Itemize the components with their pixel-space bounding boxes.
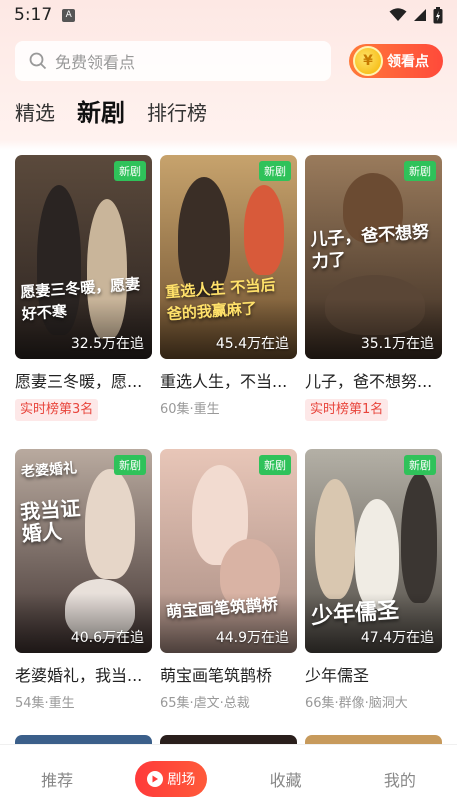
drama-card[interactable]: 重选人生 不当后爸的我赢麻了 新剧 45.4万在追 重选人生，不当... 60集… <box>160 155 297 421</box>
drama-poster[interactable]: 少年儒圣 新剧 47.4万在追 <box>305 449 442 653</box>
poster-figure <box>244 185 284 275</box>
coin-icon: ¥ <box>353 46 383 76</box>
drama-meta: 54集·重生 <box>15 696 75 711</box>
new-badge: 新剧 <box>259 161 291 181</box>
heat-count: 35.1万在追 <box>360 336 434 352</box>
status-icons <box>389 6 443 24</box>
nav-recommend[interactable]: 推荐 <box>12 767 102 791</box>
poster-art-title: 我当证婚人 <box>19 495 81 547</box>
drama-poster[interactable]: 重选人生 不当后爸的我赢麻了 新剧 45.4万在追 <box>160 155 297 359</box>
tab-rankings[interactable]: 排行榜 <box>147 98 207 128</box>
tab-new-dramas[interactable]: 新剧 <box>77 98 125 128</box>
drama-meta: 60集·重生 <box>160 402 220 417</box>
new-badge: 新剧 <box>404 455 436 475</box>
poster-figure <box>315 479 355 599</box>
drama-poster[interactable]: 儿子，爸不想努力了 新剧 35.1万在追 <box>305 155 442 359</box>
claim-points-label: 领看点 <box>387 54 429 70</box>
status-bar: 5:17 A <box>0 0 457 30</box>
poster-art-title: 儿子，爸不想努力了 <box>309 222 430 273</box>
drama-title: 萌宝画笔筑鹊桥 <box>160 666 273 685</box>
drama-grid: 愿妻三冬暖，愿妻好不寒 新剧 32.5万在追 愿妻三冬暖，愿... 实时榜第3名… <box>15 155 443 765</box>
notification-icon: A <box>62 8 76 22</box>
rank-badge: 实时榜第1名 <box>305 399 389 421</box>
signal-icon <box>414 9 426 21</box>
drama-title: 愿妻三冬暖，愿... <box>15 372 143 391</box>
search-input[interactable]: 免费领看点 <box>15 41 331 81</box>
rank-badge: 实时榜第3名 <box>15 399 99 421</box>
drama-card[interactable]: 愿妻三冬暖，愿妻好不寒 新剧 32.5万在追 愿妻三冬暖，愿... 实时榜第3名 <box>15 155 152 421</box>
drama-title: 重选人生，不当... <box>160 372 288 391</box>
new-badge: 新剧 <box>114 161 146 181</box>
wifi-icon <box>389 8 407 21</box>
heat-count: 40.6万在追 <box>70 630 144 646</box>
drama-row: 老婆婚礼 我当证婚人 新剧 40.6万在追 老婆婚礼，我当... 54集·重生 … <box>15 449 443 715</box>
search-icon <box>29 52 47 70</box>
play-icon <box>147 770 164 787</box>
search-row: 免费领看点 ¥ 领看点 <box>15 40 443 82</box>
new-badge: 新剧 <box>404 161 436 181</box>
drama-card[interactable]: 老婆婚礼 我当证婚人 新剧 40.6万在追 老婆婚礼，我当... 54集·重生 <box>15 449 152 715</box>
drama-title: 儿子，爸不想努... <box>305 372 433 391</box>
category-tabs: 精选 新剧 排行榜 <box>15 96 207 128</box>
drama-meta: 66集·群像·脑洞大 <box>305 696 408 711</box>
nav-theater[interactable]: 剧场 <box>126 760 216 797</box>
drama-poster[interactable]: 萌宝画笔筑鹊桥 新剧 44.9万在追 <box>160 449 297 653</box>
drama-card[interactable]: 儿子，爸不想努力了 新剧 35.1万在追 儿子，爸不想努... 实时榜第1名 <box>305 155 442 421</box>
heat-count: 32.5万在追 <box>70 336 144 352</box>
drama-poster[interactable]: 老婆婚礼 我当证婚人 新剧 40.6万在追 <box>15 449 152 653</box>
drama-row: 愿妻三冬暖，愿妻好不寒 新剧 32.5万在追 愿妻三冬暖，愿... 实时榜第3名… <box>15 155 443 421</box>
poster-art-title: 愿妻三冬暖，愿妻好不寒 <box>19 275 141 324</box>
drama-poster[interactable]: 愿妻三冬暖，愿妻好不寒 新剧 32.5万在追 <box>15 155 152 359</box>
poster-art-title: 重选人生 不当后爸的我赢麻了 <box>164 275 276 324</box>
status-time: 5:17 <box>14 5 53 25</box>
heat-count: 47.4万在追 <box>360 630 434 646</box>
drama-card[interactable]: 萌宝画笔筑鹊桥 新剧 44.9万在追 萌宝画笔筑鹊桥 65集·虐文·总裁 <box>160 449 297 715</box>
new-badge: 新剧 <box>114 455 146 475</box>
nav-favorites[interactable]: 收藏 <box>241 767 331 791</box>
new-badge: 新剧 <box>259 455 291 475</box>
poster-figure <box>85 469 135 579</box>
claim-points-button[interactable]: ¥ 领看点 <box>349 44 443 78</box>
drama-title: 老婆婚礼，我当... <box>15 666 143 685</box>
drama-card[interactable]: 少年儒圣 新剧 47.4万在追 少年儒圣 66集·群像·脑洞大 <box>305 449 442 715</box>
drama-title: 少年儒圣 <box>305 666 370 685</box>
bottom-nav: 推荐 剧场 收藏 我的 <box>0 744 457 812</box>
heat-count: 45.4万在追 <box>215 336 289 352</box>
nav-profile[interactable]: 我的 <box>355 767 445 791</box>
heat-count: 44.9万在追 <box>215 630 289 646</box>
tab-featured[interactable]: 精选 <box>15 98 55 128</box>
search-placeholder: 免费领看点 <box>55 53 136 72</box>
poster-figure <box>401 473 437 603</box>
nav-theater-label: 剧场 <box>167 771 196 788</box>
battery-icon <box>433 6 443 23</box>
nav-theater-pill[interactable]: 剧场 <box>135 760 208 797</box>
drama-meta: 65集·虐文·总裁 <box>160 696 250 711</box>
